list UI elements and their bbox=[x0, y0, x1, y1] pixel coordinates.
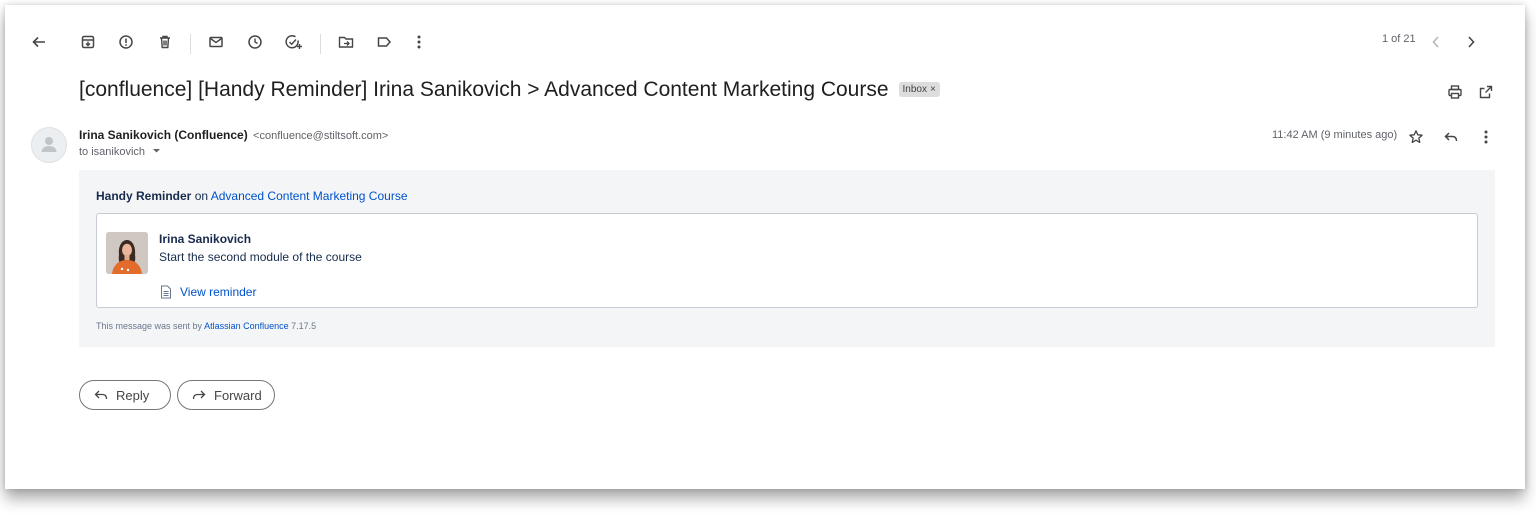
more-vert-icon[interactable] bbox=[409, 32, 429, 52]
inbox-label-chip[interactable]: Inbox × bbox=[898, 82, 940, 97]
message-timestamp: 11:42 AM (9 minutes ago) bbox=[1272, 129, 1398, 141]
reminder-card: Irina Sanikovich Start the second module… bbox=[96, 213, 1478, 308]
newer-chevron-icon[interactable] bbox=[1461, 32, 1481, 52]
label-icon[interactable] bbox=[374, 32, 394, 52]
older-chevron-icon[interactable] bbox=[1426, 32, 1446, 52]
view-reminder-link[interactable]: View reminder bbox=[180, 285, 256, 299]
chevron-down-icon bbox=[153, 149, 161, 153]
snooze-icon[interactable] bbox=[245, 32, 265, 52]
more-vert-icon[interactable] bbox=[1476, 127, 1496, 147]
mark-unread-icon[interactable] bbox=[206, 32, 226, 52]
author-photo bbox=[106, 232, 148, 274]
move-to-icon[interactable] bbox=[336, 32, 356, 52]
page-link[interactable]: Advanced Content Marketing Course bbox=[211, 189, 408, 203]
sender-email: <confluence@stiltsoft.com> bbox=[253, 130, 389, 142]
message-body: Handy Reminder on Advanced Content Marke… bbox=[79, 170, 1495, 347]
recipient-text: to isanikovich bbox=[79, 146, 146, 158]
document-icon bbox=[159, 284, 173, 300]
reply-button[interactable]: Reply bbox=[79, 380, 171, 410]
forward-button[interactable]: Forward bbox=[177, 380, 275, 410]
message-counter: 1 of 21 bbox=[1382, 33, 1416, 45]
reminder-author[interactable]: Irina Sanikovich bbox=[159, 232, 251, 246]
print-icon[interactable] bbox=[1445, 82, 1465, 102]
report-spam-icon[interactable] bbox=[116, 32, 136, 52]
back-arrow-icon[interactable] bbox=[29, 32, 49, 52]
reply-icon[interactable] bbox=[1441, 127, 1461, 147]
toolbar-divider bbox=[190, 34, 191, 54]
subject-text: [confluence] [Handy Reminder] Irina Sani… bbox=[79, 78, 889, 101]
sender-line: Irina Sanikovich (Confluence) <confluenc… bbox=[79, 128, 388, 142]
person-icon bbox=[41, 137, 57, 152]
reminder-text: Start the second module of the course bbox=[159, 250, 362, 264]
sender-name[interactable]: Irina Sanikovich (Confluence) bbox=[79, 128, 248, 142]
remove-label-icon[interactable]: × bbox=[930, 84, 936, 95]
footer-prefix: This message was sent by bbox=[96, 321, 205, 331]
forward-icon bbox=[192, 390, 206, 400]
toolbar-divider bbox=[320, 34, 321, 54]
delete-icon[interactable] bbox=[155, 32, 175, 52]
reply-icon bbox=[94, 390, 108, 400]
footer-version: 7.17.5 bbox=[288, 321, 317, 331]
email-window: 1 of 21 [confluence] [Handy Reminder] Ir… bbox=[5, 5, 1525, 489]
star-icon[interactable] bbox=[1406, 127, 1426, 147]
notification-type: Handy Reminder bbox=[96, 189, 192, 203]
heading-connector: on bbox=[191, 189, 211, 203]
add-task-icon[interactable] bbox=[284, 32, 304, 52]
reply-label: Reply bbox=[116, 387, 150, 403]
open-in-new-window-icon[interactable] bbox=[1476, 82, 1496, 102]
confluence-link[interactable]: Atlassian Confluence bbox=[204, 321, 289, 331]
notification-heading: Handy Reminder on Advanced Content Marke… bbox=[96, 189, 408, 203]
email-subject: [confluence] [Handy Reminder] Irina Sani… bbox=[79, 78, 940, 102]
archive-icon[interactable] bbox=[78, 32, 98, 52]
sender-avatar[interactable] bbox=[31, 127, 67, 163]
forward-label: Forward bbox=[214, 387, 262, 403]
inbox-label-text: Inbox bbox=[902, 84, 927, 95]
recipient-details[interactable]: to isanikovich bbox=[79, 146, 161, 158]
notification-footer: This message was sent by Atlassian Confl… bbox=[96, 321, 316, 331]
